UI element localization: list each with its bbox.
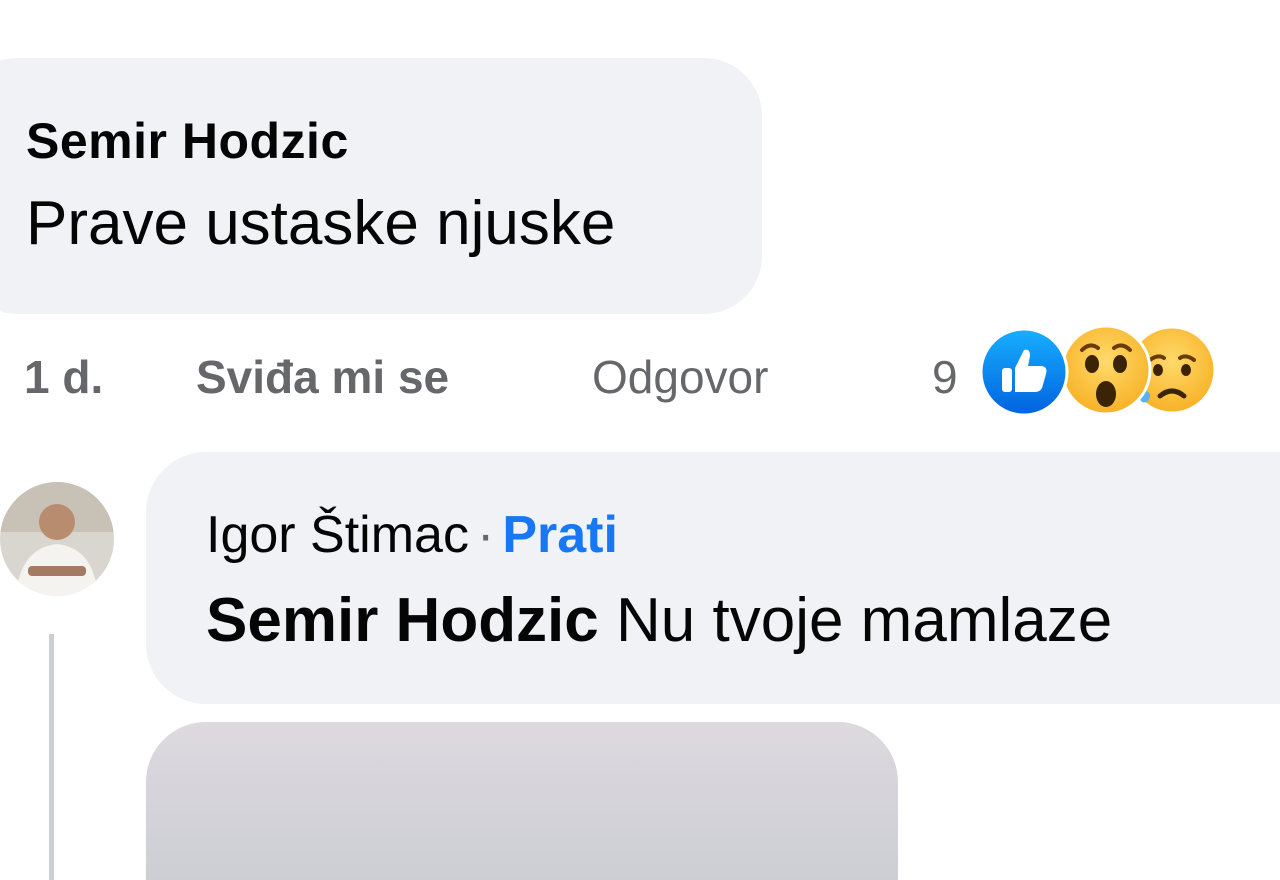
reaction-icons[interactable] — [978, 324, 1238, 424]
separator: · — [476, 506, 495, 564]
comment-thread: Semir Hodzic Prave ustaske njuske 1 d. S… — [0, 0, 1280, 880]
reply-bubble — [146, 452, 1280, 704]
thread-line — [49, 634, 54, 880]
like-button[interactable]: Sviđa mi se — [196, 347, 449, 407]
reply-button[interactable]: Odgovor — [592, 347, 768, 407]
reply-author[interactable]: Igor Štimac — [206, 506, 469, 564]
comment-timestamp[interactable]: 1 d. — [24, 347, 103, 407]
like-icon — [979, 327, 1069, 417]
comment-author[interactable]: Semir Hodzic — [26, 112, 349, 170]
reply-message: Nu tvoje mamlaze — [616, 586, 1113, 655]
avatar[interactable] — [0, 482, 114, 596]
reaction-count[interactable]: 9 — [932, 347, 958, 407]
comment-text: Prave ustaske njuske — [26, 189, 616, 258]
reply-text: Semir Hodzic Nu tvoje mamlaze — [206, 585, 1112, 656]
follow-button[interactable]: Prati — [502, 506, 618, 564]
reply-header: Igor Štimac · Prati — [206, 505, 618, 565]
wow-icon — [1060, 324, 1152, 416]
mention-link[interactable]: Semir Hodzic — [206, 586, 599, 655]
comment-bubble — [0, 58, 762, 314]
attached-image[interactable] — [146, 722, 898, 880]
